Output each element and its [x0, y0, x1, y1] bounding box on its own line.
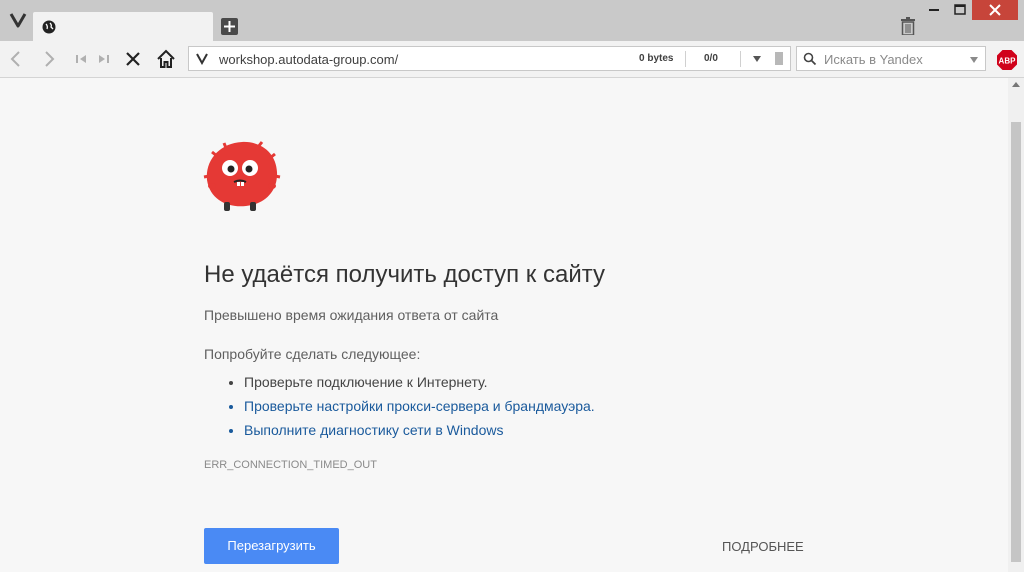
address-toolbar: workshop.autodata-group.com/ 0 bytes 0/0… [0, 41, 1024, 78]
search-placeholder: Искать в Yandex [824, 52, 923, 67]
search-icon[interactable] [803, 52, 817, 66]
divider [685, 51, 686, 67]
maximize-icon [954, 4, 966, 15]
minimize-button[interactable] [920, 0, 948, 20]
close-window-button[interactable] [972, 0, 1018, 20]
globe-icon [42, 20, 56, 34]
address-bar[interactable]: workshop.autodata-group.com/ 0 bytes 0/0 [188, 46, 791, 71]
stop-icon[interactable] [123, 49, 143, 69]
scroll-up-icon[interactable] [1012, 82, 1020, 87]
minimize-icon [929, 9, 939, 11]
trash-icon[interactable] [901, 17, 915, 35]
suggestions-list: Проверьте подключение к Интернету. Прове… [227, 370, 595, 442]
vivaldi-logo-icon[interactable] [8, 10, 28, 30]
suggestion-proxy-firewall-link[interactable]: Проверьте настройки прокси-сервера и бра… [244, 394, 595, 418]
search-box[interactable]: Искать в Yandex [796, 46, 986, 71]
error-title: Не удаётся получить доступ к сайту [204, 261, 605, 288]
search-engine-dropdown-icon[interactable] [970, 57, 978, 63]
back-icon[interactable] [6, 49, 26, 69]
element-count-readout: 0/0 [704, 53, 718, 64]
details-button[interactable]: ПОДРОБНЕЕ [722, 539, 804, 554]
abp-icon[interactable]: ABP [996, 49, 1018, 71]
home-icon[interactable] [156, 49, 176, 69]
suggestion-network-diagnostics-link[interactable]: Выполните диагностику сети в Windows [244, 418, 595, 442]
new-tab-button[interactable] [221, 18, 238, 35]
suggestions-heading: Попробуйте сделать следующее: [204, 346, 421, 362]
scroll-thumb[interactable] [1011, 122, 1021, 562]
error-code: ERR_CONNECTION_TIMED_OUT [204, 459, 377, 471]
tab-active[interactable] [33, 12, 213, 41]
bookmark-icon[interactable] [775, 52, 783, 65]
fast-forward-icon[interactable] [94, 49, 114, 69]
abp-label: ABP [999, 57, 1017, 66]
new-tab-icon [224, 21, 235, 32]
rewind-icon[interactable] [71, 49, 91, 69]
error-mascot-icon [203, 141, 281, 211]
url-text[interactable]: workshop.autodata-group.com/ [219, 52, 398, 67]
close-icon [989, 4, 1001, 16]
tab-strip [0, 0, 1024, 41]
maximize-button[interactable] [948, 0, 972, 20]
site-info-icon[interactable] [196, 53, 208, 65]
vertical-scrollbar[interactable] [1008, 78, 1024, 572]
divider [740, 51, 741, 67]
error-subtitle: Превышено время ожидания ответа от сайта [204, 307, 499, 323]
suggestion-check-connection: Проверьте подключение к Интернету. [244, 370, 595, 394]
history-dropdown-icon[interactable] [753, 56, 761, 62]
page-size-readout: 0 bytes [639, 53, 674, 64]
reload-button[interactable]: Перезагрузить [204, 528, 339, 564]
forward-icon[interactable] [39, 49, 59, 69]
page-content [0, 78, 1008, 572]
